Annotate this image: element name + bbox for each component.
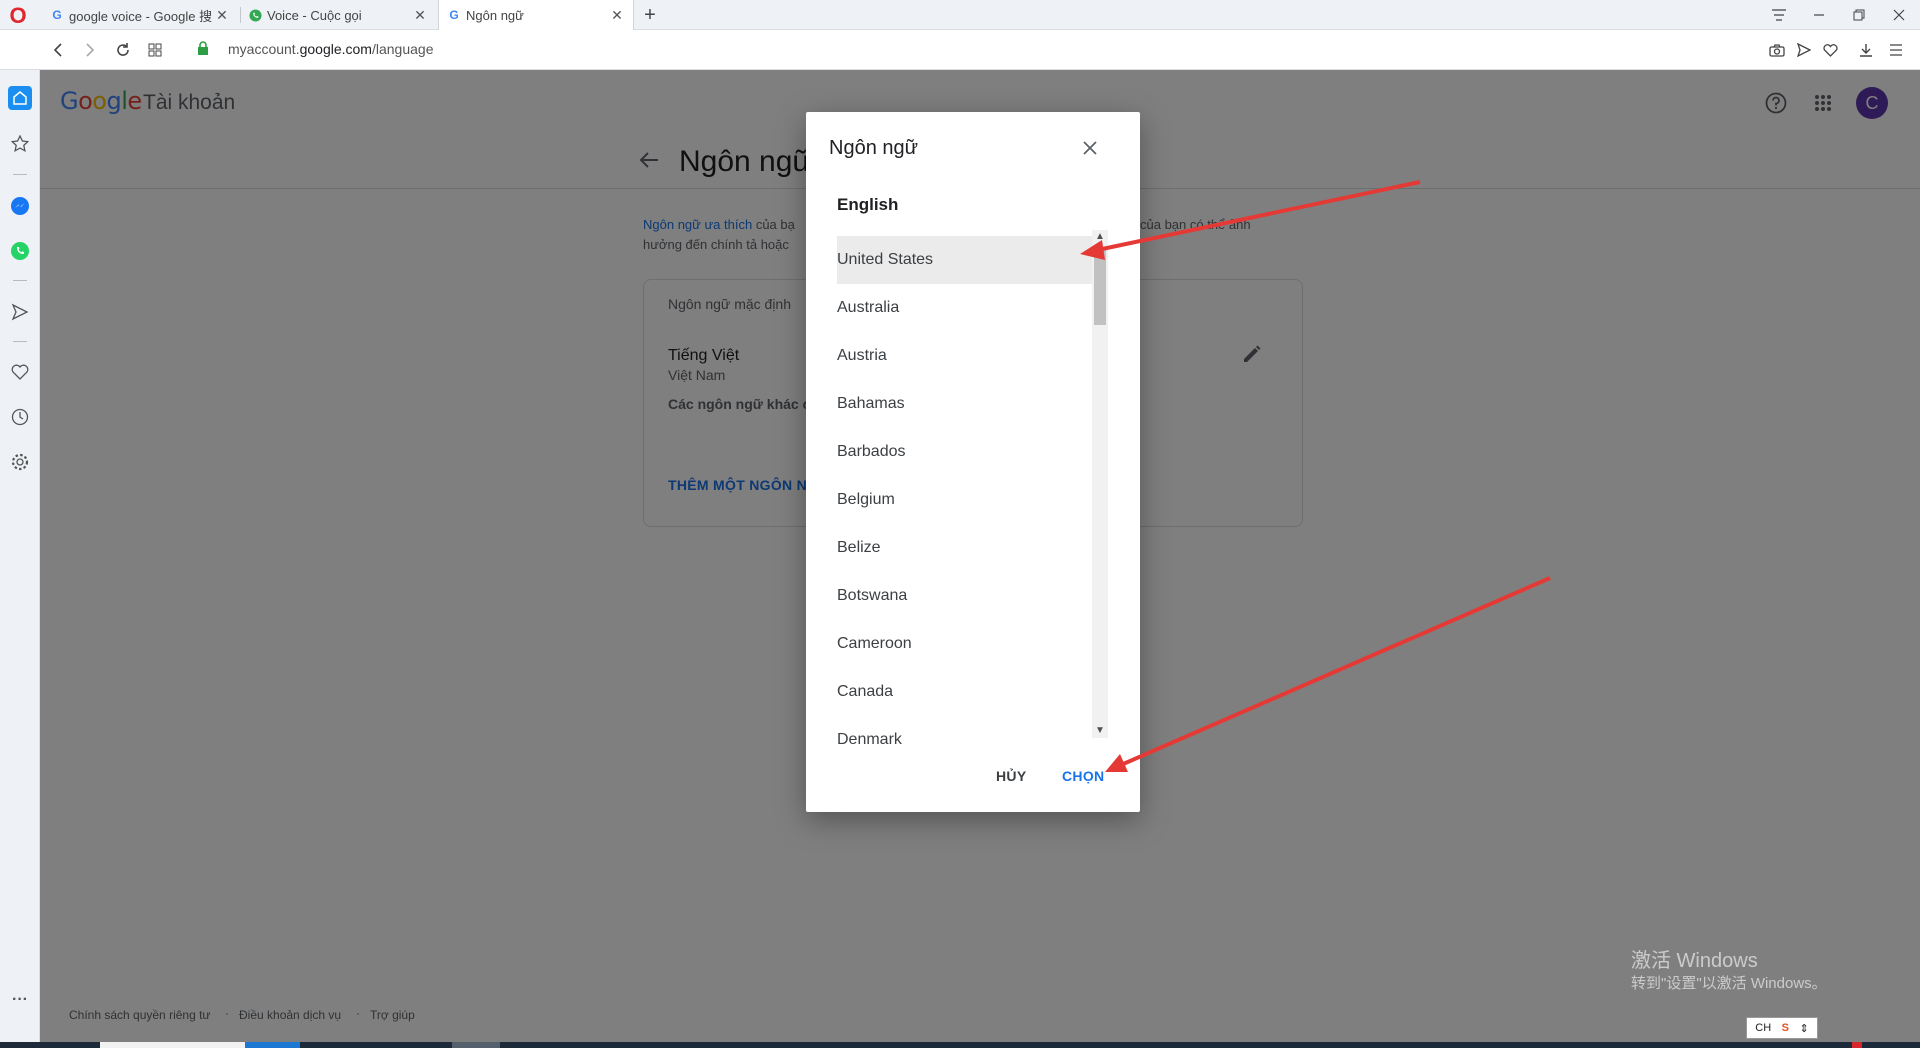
ime-label: CH <box>1755 1022 1772 1034</box>
tab-close-icon[interactable]: ✕ <box>412 7 428 24</box>
history-icon[interactable] <box>8 405 32 429</box>
lock-icon[interactable] <box>197 41 211 57</box>
settings-gear-icon[interactable] <box>8 450 32 474</box>
tab-google-voice[interactable]: G google voice - Google 搜 ✕ <box>42 0 238 30</box>
minimize-button[interactable] <box>1799 0 1839 30</box>
choose-button[interactable]: CHỌN <box>1062 768 1104 784</box>
list-item[interactable]: Bahamas <box>837 380 1093 428</box>
tab-voice-calls[interactable]: Voice - Cuộc gọi ✕ <box>240 0 436 30</box>
tab-title: Voice - Cuộc gọi <box>267 7 362 23</box>
restore-button[interactable] <box>1839 0 1879 30</box>
windows-activation-hint: 转到"设置"以激活 Windows。 <box>1631 975 1827 992</box>
phone-favicon-icon <box>248 8 262 22</box>
list-item[interactable]: Belize <box>837 524 1093 572</box>
more-icon[interactable]: ··· <box>8 988 32 1012</box>
camera-icon[interactable] <box>1766 39 1788 61</box>
list-item[interactable]: Canada <box>837 668 1093 716</box>
url-field[interactable]: myaccount.google.com/language <box>228 41 434 57</box>
google-favicon-icon: G <box>52 8 62 22</box>
dialog-language-name: English <box>837 195 899 214</box>
tab-menu-icon[interactable] <box>1759 0 1799 30</box>
browser-sidebar: ··· <box>0 70 40 1042</box>
list-item[interactable]: Cameroon <box>837 620 1093 668</box>
close-window-button[interactable] <box>1879 0 1919 30</box>
sogou-s-icon: S <box>1781 1022 1789 1034</box>
tab-language[interactable]: G Ngôn ngữ ✕ <box>438 0 634 30</box>
home-icon[interactable] <box>8 86 32 110</box>
back-icon[interactable] <box>45 37 71 63</box>
messenger-icon[interactable] <box>8 194 32 218</box>
tab-title: google voice - Google 搜 <box>69 8 213 24</box>
scroll-down-icon[interactable]: ▼ <box>1092 724 1108 738</box>
list-item[interactable]: United States <box>837 236 1093 284</box>
scroll-up-icon[interactable]: ▲ <box>1092 230 1108 244</box>
list-item[interactable]: Botswana <box>837 572 1093 620</box>
send-icon[interactable] <box>1793 39 1815 61</box>
whatsapp-icon[interactable] <box>8 239 32 263</box>
my-flow-heart-icon[interactable] <box>8 360 32 384</box>
region-list: United States Australia Austria Bahamas … <box>837 236 1107 748</box>
cancel-button[interactable]: HỦY <box>996 768 1026 784</box>
scrollbar-thumb[interactable] <box>1094 249 1106 325</box>
windows-activation-watermark: 激活 Windows <box>1631 950 1758 972</box>
reload-icon[interactable] <box>110 37 136 63</box>
forward-icon[interactable] <box>77 37 103 63</box>
tab-close-icon[interactable]: ✕ <box>214 7 230 24</box>
ime-indicator[interactable]: CH S ⇕ <box>1746 1017 1818 1039</box>
browser-tab-bar: O G google voice - Google 搜 ✕ Voice - Cu… <box>0 0 1920 30</box>
easy-setup-icon[interactable] <box>1885 39 1907 61</box>
speed-dial-icon[interactable] <box>142 37 168 63</box>
list-item[interactable]: Austria <box>837 332 1093 380</box>
google-favicon-icon: G <box>449 8 459 22</box>
windows-taskbar <box>0 1042 1920 1048</box>
opera-menu-icon[interactable]: O <box>6 5 30 27</box>
tab-title: Ngôn ngữ <box>466 7 524 23</box>
list-item[interactable]: Barbados <box>837 428 1093 476</box>
flow-send-icon[interactable] <box>8 300 32 324</box>
new-tab-button[interactable]: + <box>638 2 662 28</box>
language-dialog: Ngôn ngữ English United States Australia… <box>806 112 1140 812</box>
download-icon[interactable] <box>1855 39 1877 61</box>
heart-icon[interactable] <box>1819 39 1841 61</box>
ime-arrows-icon: ⇕ <box>1799 1022 1809 1035</box>
tab-close-icon[interactable]: ✕ <box>609 7 625 24</box>
address-bar: myaccount.google.com/language <box>0 30 1920 70</box>
list-item[interactable]: Denmark <box>837 716 1093 748</box>
list-item[interactable]: Belgium <box>837 476 1093 524</box>
close-icon[interactable] <box>1078 136 1102 160</box>
bookmarks-icon[interactable] <box>8 132 32 156</box>
list-item[interactable]: Australia <box>837 284 1093 332</box>
dialog-title: Ngôn ngữ <box>829 137 919 159</box>
